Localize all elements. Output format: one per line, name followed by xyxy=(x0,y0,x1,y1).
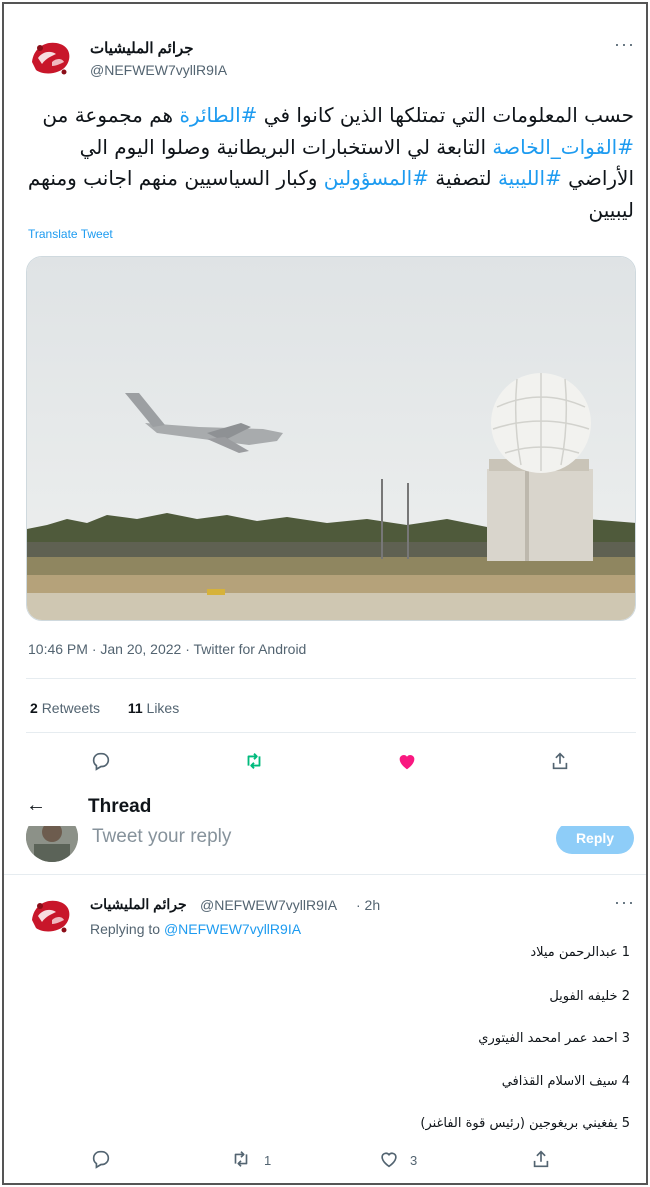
back-arrow-icon[interactable]: ← xyxy=(26,794,46,817)
retweets-stat[interactable]: 2 Retweets xyxy=(30,700,100,716)
reply-list-item: 3 احمد عمر امحمد الفيتوري xyxy=(478,1031,630,1046)
more-icon[interactable]: ··· xyxy=(614,34,635,55)
retweet-button[interactable] xyxy=(241,748,267,774)
hashtag-link[interactable]: #الليبية xyxy=(498,166,562,190)
tweet-text-segment: لتصفية xyxy=(428,166,498,190)
tweet-stats: 2 Retweets 11 Likes xyxy=(30,700,179,716)
reply-list-item: 2 خليفه الفويل xyxy=(549,989,630,1004)
hashtag-link[interactable]: #المسؤولين xyxy=(324,166,429,190)
divider xyxy=(26,678,636,679)
likes-stat[interactable]: 11 Likes xyxy=(128,700,179,716)
retweets-count: 2 xyxy=(30,700,38,716)
reply-retweet-count: 1 xyxy=(264,1153,272,1168)
share-icon xyxy=(552,752,568,770)
reply-time[interactable]: · 2h xyxy=(356,897,380,913)
likes-count: 11 xyxy=(127,700,143,716)
tweet-text-segment: حسب المعلومات التي تمتلكها الذين كانوا ف… xyxy=(257,103,634,127)
share-icon xyxy=(533,1150,549,1168)
reply-submit-button[interactable]: Reply xyxy=(556,822,634,854)
tweet-text-segment: هم مجموعة من xyxy=(42,103,180,127)
retweets-label: Retweets xyxy=(41,700,101,716)
tweet-text: حسب المعلومات التي تمتلكها الذين كانوا ف… xyxy=(26,100,634,226)
reply-retweet-button[interactable] xyxy=(228,1146,254,1172)
tweet-detail-page: جرائم المليشيات @NEFWEW7vyllR9IA ··· حسب… xyxy=(2,2,648,1185)
reply-reply-button[interactable] xyxy=(88,1146,114,1172)
author-handle[interactable]: @NEFWEW7vyllR9IA xyxy=(90,62,227,78)
reply-button[interactable] xyxy=(88,748,114,774)
heart-icon xyxy=(399,755,415,770)
reply-like-count: 3 xyxy=(410,1153,418,1168)
translate-tweet-link[interactable]: Translate Tweet xyxy=(28,227,113,241)
reply-more-icon[interactable]: ··· xyxy=(614,892,635,913)
author-name[interactable]: جرائم المليشيات xyxy=(90,39,194,57)
reply-icon xyxy=(92,752,110,771)
retweet-icon xyxy=(234,1151,248,1167)
divider xyxy=(26,732,636,733)
tweet-image[interactable] xyxy=(26,256,636,621)
hashtag-link[interactable]: #الطائرة xyxy=(179,103,257,127)
reply-author-name[interactable]: جرائم المليشيات xyxy=(90,896,187,913)
replying-to-handle[interactable]: @NEFWEW7vyllR9IA xyxy=(164,921,301,937)
replying-to-label: Replying to xyxy=(90,921,161,937)
retweet-icon xyxy=(247,753,261,769)
tweet-timestamp[interactable]: 10:46 PM · Jan 20, 2022 · Twitter for An… xyxy=(28,641,306,657)
reply-icon xyxy=(92,1150,110,1169)
reply-list-item: 1 عبدالرحمن ميلاد xyxy=(530,945,630,960)
reply-author-handle[interactable]: @NEFWEW7vyllR9IA xyxy=(200,897,337,913)
hashtag-link[interactable]: #القوات_الخاصة xyxy=(492,135,634,159)
likes-label: Likes xyxy=(146,700,180,716)
like-button[interactable] xyxy=(394,748,420,774)
author-avatar[interactable] xyxy=(26,32,76,82)
divider xyxy=(4,874,646,875)
reply-input[interactable]: Tweet your reply xyxy=(92,826,231,848)
replying-to: Replying to @NEFWEW7vyllR9IA xyxy=(90,921,301,937)
reply-list-item: 4 سيف الاسلام القذافي xyxy=(501,1074,630,1089)
share-button[interactable] xyxy=(547,748,573,774)
reply-share-button[interactable] xyxy=(528,1146,554,1172)
reply-like-button[interactable] xyxy=(376,1146,402,1172)
heart-icon xyxy=(381,1152,397,1168)
reply-list-item: 5 يفغيني بريغوجين (رئيس قوة الفاغنر) xyxy=(420,1116,630,1131)
reply-author-avatar[interactable] xyxy=(26,890,76,940)
thread-title: Thread xyxy=(88,796,152,817)
